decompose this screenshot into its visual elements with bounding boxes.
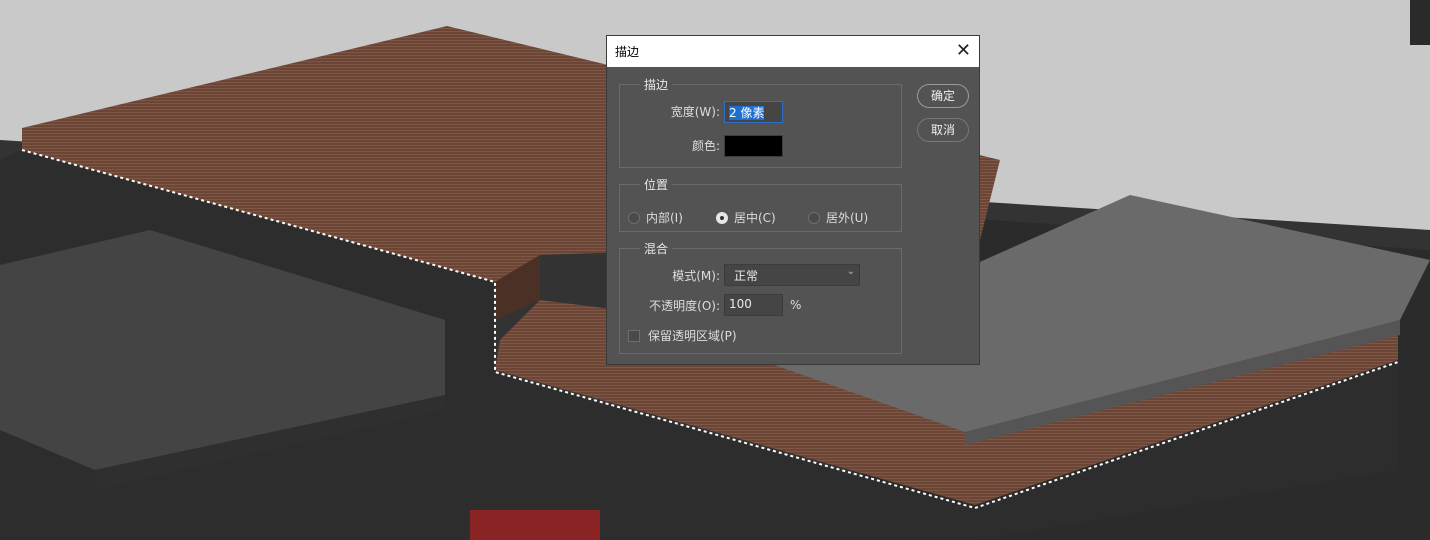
width-label: 宽度(W): [670,105,720,119]
mode-value: 正常 [734,269,759,283]
blend-group-legend: 混合 [640,240,673,257]
opacity-unit: % [790,298,802,312]
chevron-down-icon: ⌄ [846,266,855,277]
opacity-input[interactable]: 100 [724,294,783,316]
close-icon[interactable]: ✕ [956,40,971,61]
color-swatch[interactable] [724,135,783,157]
radio-inside[interactable]: 内部(I) [628,209,683,226]
radio-label: 居外(U) [826,211,869,225]
opacity-label: 不透明度(O): [649,299,720,313]
radio-outside[interactable]: 居外(U) [808,209,868,226]
preserve-transparency-checkbox[interactable]: 保留透明区域(P) [628,327,737,344]
position-group: 位置 内部(I) 居中(C) 居外(U) [619,176,902,232]
width-value: 2 像素 [729,106,765,120]
radio-label: 内部(I) [646,211,683,225]
stroke-group: 描边 宽度(W): 2 像素 颜色: [619,76,902,168]
cancel-button[interactable]: 取消 [917,118,969,142]
blend-group: 混合 模式(M): 正常 ⌄ 不透明度(O): 100 % 保留透明区域(P) [619,240,902,354]
mode-label: 模式(M): [672,269,720,283]
stroke-dialog: 描边 ✕ 描边 宽度(W): 2 像素 颜色: 位置 内部(I) 居中(C) 居… [606,35,980,365]
preserve-label: 保留透明区域(P) [648,329,737,343]
width-input[interactable]: 2 像素 [724,101,783,123]
stroke-group-legend: 描边 [640,76,673,93]
dialog-titlebar[interactable]: 描边 ✕ [607,36,979,67]
radio-label: 居中(C) [734,211,776,225]
color-label: 颜色: [691,139,720,153]
radio-button[interactable] [716,211,728,224]
mode-select[interactable]: 正常 ⌄ [724,264,860,286]
dialog-title: 描边 [615,45,640,59]
position-group-legend: 位置 [640,176,673,193]
ok-button[interactable]: 确定 [917,84,969,108]
checkbox[interactable] [628,329,640,342]
radio-button[interactable] [808,211,820,224]
radio-button[interactable] [628,211,640,224]
radio-center[interactable]: 居中(C) [716,209,776,226]
